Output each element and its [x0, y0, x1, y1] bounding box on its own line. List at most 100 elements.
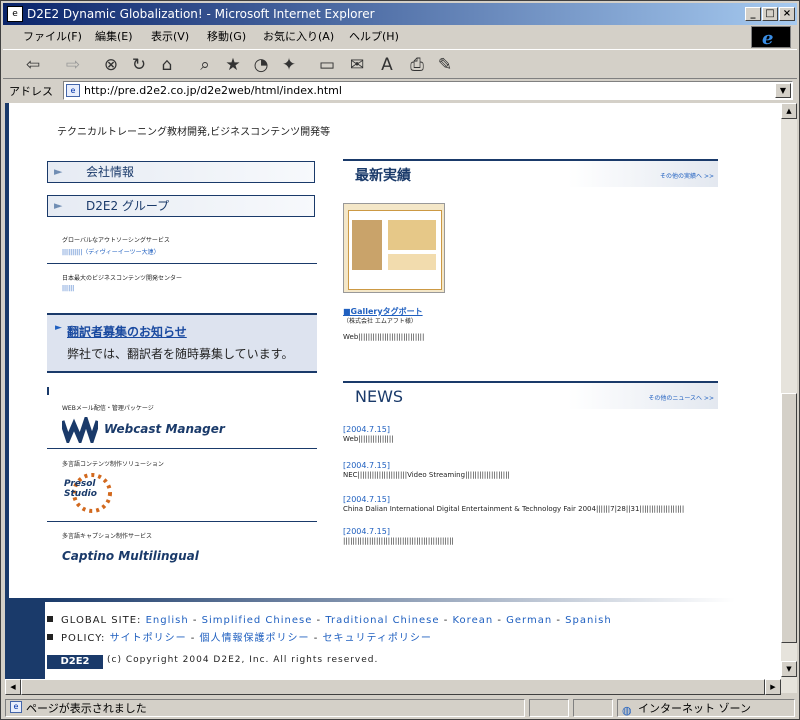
print-icon[interactable]: ⎙ [405, 53, 429, 77]
scroll-down-icon[interactable]: ▼ [781, 661, 797, 677]
product-caption: WEBメール配信・管理パッケージ [62, 405, 154, 412]
latest-more-link[interactable]: その他の実績へ >> [660, 171, 714, 180]
news-date: [2004.7.15] [343, 527, 390, 536]
mail-icon[interactable]: ✉ [345, 53, 369, 77]
latest-section-header: 最新実績 その他の実績へ >> [343, 159, 718, 187]
recruit-notice: ► 翻訳者募集のお知らせ 弊社では、翻訳者を随時募集しています。 [47, 313, 317, 373]
minimize-button[interactable]: _ [745, 7, 761, 21]
menu-favorites[interactable]: お気に入り(A) [263, 26, 334, 48]
product-caption: 多言語キャプション制作サービス [62, 533, 153, 540]
news-date: [2004.7.15] [343, 425, 390, 434]
divider [47, 387, 49, 395]
link-spanish[interactable]: Spanish [565, 615, 612, 626]
history-icon[interactable]: ◔ [249, 53, 273, 77]
ie-logo: e [751, 26, 791, 49]
scroll-thumb[interactable] [21, 679, 765, 695]
back-icon[interactable]: ⇦ [21, 53, 45, 77]
gallery-client: （株式会社 エムアフト様） [343, 318, 417, 325]
nav-company-button[interactable]: ► 会社情報 [47, 161, 315, 183]
title-bar: e D2E2 Dynamic Globalization! - Microsof… [3, 3, 797, 25]
maximize-button[interactable]: □ [762, 7, 778, 21]
nav-group-button[interactable]: ► D2E2 グループ [47, 195, 315, 217]
menu-edit[interactable]: 編集(E) [95, 26, 133, 48]
link-traditional-chinese[interactable]: Traditional Chinese [325, 615, 439, 626]
fullscreen-icon[interactable]: ▭ [315, 53, 339, 77]
scroll-right-icon[interactable]: ▶ [765, 679, 781, 695]
product-name: Webcast Manager [104, 422, 225, 436]
news-text[interactable]: Web||||||||||||||| [343, 435, 394, 443]
stop-icon[interactable]: ⊗ [99, 53, 123, 77]
favorites-icon[interactable]: ★ [221, 53, 245, 77]
scroll-left-icon[interactable]: ◀ [5, 679, 21, 695]
status-bar: e ページが表示されました ◍ インターネット ゾーン [3, 698, 797, 718]
link-security-policy[interactable]: セキュリティポリシー [323, 633, 432, 644]
horizontal-scrollbar[interactable]: ◀ ▶ [5, 679, 781, 695]
play-icon: ► [54, 199, 63, 212]
zone-text: インターネット ゾーン [638, 702, 751, 715]
page-icon: e [7, 6, 23, 22]
left-accent-bar [5, 103, 9, 603]
address-label: アドレス [9, 85, 53, 98]
page-viewport: テクニカルトレーニング教材開発,ビジネスコンテンツ開発等 ► 会社情報 ► D2… [5, 103, 781, 693]
window-title: D2E2 Dynamic Globalization! - Microsoft … [27, 7, 375, 21]
policy-row: POLICY: サイトポリシー - 個人情報保護ポリシー - セキュリティポリシ… [47, 629, 432, 644]
news-text[interactable]: NEC|||||||||||||||||||||Video Streaming|… [343, 471, 510, 479]
nav-company-label: 会社情報 [86, 165, 135, 179]
gallery-thumbnail[interactable] [343, 203, 445, 293]
scroll-up-icon[interactable]: ▲ [781, 103, 797, 119]
recruit-title-link[interactable]: 翻訳者募集のお知らせ [67, 323, 187, 340]
news-date: [2004.7.15] [343, 461, 390, 470]
vertical-scrollbar[interactable]: ▲ ▼ [781, 103, 797, 693]
presol-studio-logo[interactable]: Presol Studio [62, 471, 122, 515]
channels-icon[interactable]: ✦ [277, 53, 301, 77]
webcast-manager-logo[interactable]: Webcast Manager [59, 413, 232, 447]
chevron-down-icon[interactable]: ▼ [775, 83, 791, 98]
refresh-icon[interactable]: ↻ [127, 53, 151, 77]
status-panel: e ページが表示されました [5, 699, 525, 717]
close-button[interactable]: × [779, 7, 795, 21]
global-site-row: GLOBAL SITE: English - Simplified Chines… [47, 615, 612, 626]
search-icon[interactable]: ⌕ [193, 53, 217, 77]
link-english[interactable]: English [146, 615, 189, 626]
page-icon: e [10, 701, 22, 713]
menu-go[interactable]: 移動(G) [207, 26, 246, 48]
latest-heading: 最新実績 [355, 168, 411, 184]
font-icon[interactable]: A [375, 53, 399, 77]
copyright: (c) Copyright 2004 D2E2, Inc. All rights… [107, 655, 379, 665]
divider [47, 448, 317, 449]
play-icon: ► [54, 165, 63, 178]
link-german[interactable]: German [506, 615, 552, 626]
news-text[interactable]: ||||||||||||||||||||||||||||||||||||||||… [343, 537, 454, 545]
menu-view[interactable]: 表示(V) [151, 26, 189, 48]
link-simplified-chinese[interactable]: Simplified Chinese [202, 615, 313, 626]
news-more-link[interactable]: その他のニュースへ >> [648, 393, 714, 402]
browser-window: e D2E2 Dynamic Globalization! - Microsof… [0, 0, 800, 720]
forward-icon[interactable]: ⇨ [61, 53, 85, 77]
home-icon[interactable]: ⌂ [155, 53, 179, 77]
wm-logo-icon [59, 413, 101, 447]
menu-file[interactable]: ファイル(F) [23, 26, 82, 48]
captino-logo[interactable]: Captino Multilingual [62, 549, 199, 563]
play-icon: ► [55, 323, 62, 333]
menu-bar: ファイル(F) 編集(E) 表示(V) 移動(G) お気に入り(A) ヘルプ(H… [3, 26, 797, 48]
global-site-label: GLOBAL SITE: [61, 615, 142, 626]
address-url[interactable]: http://pre.d2e2.co.jp/d2e2web/html/index… [84, 84, 342, 97]
link-site-policy[interactable]: サイトポリシー [110, 633, 187, 644]
zone-panel: ◍ インターネット ゾーン [617, 699, 795, 717]
status-text: ページが表示されました [26, 702, 147, 715]
page-icon: e [66, 84, 80, 97]
address-input[interactable]: e http://pre.d2e2.co.jp/d2e2web/html/ind… [63, 81, 793, 100]
news-heading: NEWS [355, 387, 404, 406]
link-korean[interactable]: Korean [453, 615, 494, 626]
menu-help[interactable]: ヘルプ(H) [349, 26, 399, 48]
news-text[interactable]: China Dalian International Digital Enter… [343, 505, 684, 513]
left-item-link[interactable]: |||||| [62, 285, 74, 292]
divider [47, 521, 317, 522]
link-privacy-policy[interactable]: 個人情報保護ポリシー [200, 633, 310, 644]
left-item-link[interactable]: ||||||||||（ディヴィーイーツー大連） [62, 247, 160, 256]
edit-icon[interactable]: ✎ [433, 53, 457, 77]
nav-group-label: D2E2 グループ [86, 199, 170, 213]
status-panel [573, 699, 613, 717]
divider [47, 263, 317, 264]
scroll-thumb[interactable] [781, 393, 797, 643]
